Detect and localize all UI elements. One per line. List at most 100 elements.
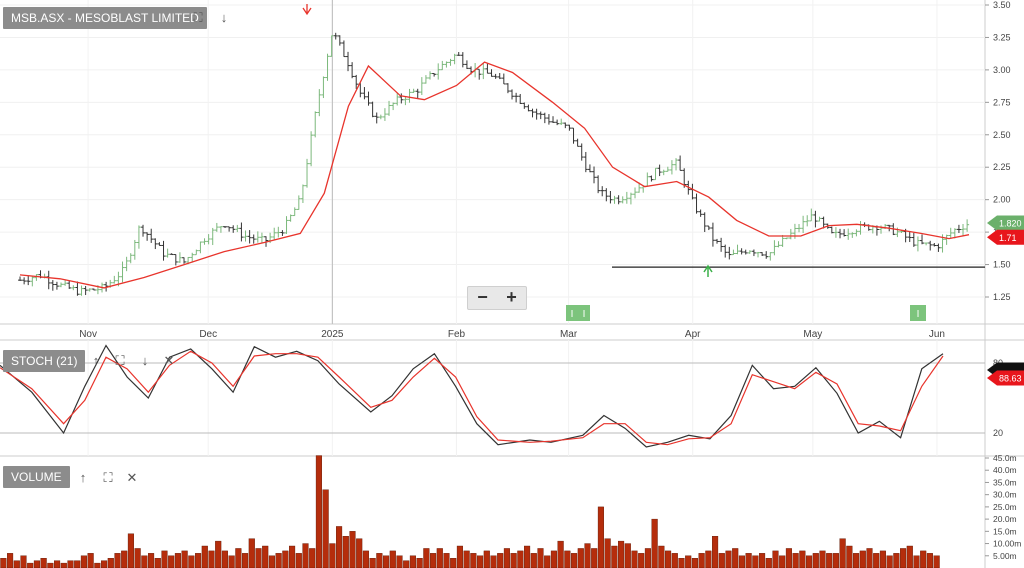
price-axis-label: 3.25 [993, 32, 1011, 42]
volume-bar [490, 555, 497, 568]
volume-bar [913, 555, 920, 568]
time-axis-label: Apr [685, 329, 701, 340]
volume-bar [483, 550, 490, 568]
ohlc-bar [79, 285, 84, 296]
ohlc-bar [67, 281, 72, 289]
ohlc-bar [628, 192, 633, 205]
volume-bar [201, 545, 208, 568]
zoom-out-button[interactable]: − [468, 287, 497, 309]
arrow-up-icon[interactable]: ↑ [75, 470, 91, 486]
volume-bar [396, 555, 403, 568]
volume-bar [168, 555, 175, 568]
ohlc-bar [444, 61, 449, 68]
volume-bar [785, 548, 792, 568]
volume-bar [671, 553, 678, 568]
ohlc-bar [563, 122, 568, 129]
ohlc-bar [403, 96, 408, 106]
ohlc-bar [63, 280, 68, 286]
expand-icon[interactable]: ⛶ [100, 470, 116, 486]
ohlc-bar [305, 158, 310, 188]
ohlc-bar [924, 242, 929, 246]
ohlc-bar [776, 241, 781, 248]
volume-bar [544, 555, 551, 568]
ohlc-bar [858, 221, 863, 235]
volume-bar [550, 550, 557, 568]
ohlc-bar [575, 138, 580, 147]
volume-bar [423, 548, 430, 568]
volume-bar [228, 555, 235, 568]
volume-bar [678, 558, 685, 568]
close-icon[interactable]: ✕ [124, 470, 140, 486]
ohlc-bar [91, 288, 96, 291]
volume-bar [732, 548, 739, 568]
zoom-in-button[interactable]: + [497, 287, 526, 309]
ohlc-bar [592, 166, 597, 184]
ohlc-bar [309, 131, 314, 167]
ohlc-bar [165, 248, 170, 258]
expand-icon[interactable]: ⛶ [190, 10, 206, 26]
volume-bar [745, 553, 752, 568]
volume-bar [0, 558, 7, 568]
volume-bar [886, 555, 893, 568]
volume-bar [826, 553, 833, 568]
ohlc-bar [756, 251, 761, 258]
expand-icon[interactable]: ⛶ [112, 353, 128, 369]
volume-bar [403, 560, 410, 568]
ohlc-bar [71, 285, 76, 291]
ohlc-bar [645, 172, 650, 187]
volume-bar [101, 560, 108, 568]
volume-bar [7, 553, 14, 568]
volume-bar [537, 548, 544, 568]
ohlc-bar [842, 229, 847, 237]
volume-bar [873, 553, 880, 568]
ohlc-bar [694, 193, 699, 214]
zoom-control: − + [467, 286, 527, 310]
volume-panel-title: VOLUME [3, 466, 70, 488]
volume-axis-label: 15.0m [993, 526, 1017, 536]
ohlc-bar [911, 232, 916, 247]
volume-bar [336, 526, 343, 568]
ohlc-bar [251, 234, 256, 244]
volume-bar [685, 555, 692, 568]
volume-bar [933, 555, 940, 568]
arrow-down-icon[interactable]: ↓ [216, 10, 232, 26]
volume-bar [54, 560, 61, 568]
time-axis-label: 2025 [321, 329, 344, 340]
volume-bar [74, 560, 81, 568]
ohlc-bar [534, 108, 539, 120]
ohlc-bar [460, 52, 465, 68]
volume-bar [503, 548, 510, 568]
volume-bar [846, 545, 853, 568]
ohlc-bar [161, 240, 166, 261]
volume-bar [765, 558, 772, 568]
close-icon[interactable]: ✕ [161, 353, 177, 369]
volume-axis-label: 30.0m [993, 490, 1017, 500]
ohlc-bar [235, 224, 240, 233]
ohlc-bar [583, 151, 588, 173]
volume-bar [282, 550, 289, 568]
ohlc-bar [333, 32, 338, 40]
event-marker-letter: I [583, 309, 586, 320]
volume-bar [94, 562, 101, 568]
ohlc-bar [288, 214, 293, 222]
ohlc-bar [374, 112, 379, 124]
ohlc-bar [510, 89, 515, 100]
volume-bar [456, 545, 463, 568]
volume-bar [242, 553, 249, 568]
ohlc-bar [505, 83, 510, 94]
arrow-down-icon[interactable]: ↓ [137, 353, 153, 369]
volume-bar [13, 560, 20, 568]
ohlc-bar [362, 87, 367, 100]
ohlc-bar [477, 68, 482, 80]
event-marker-letter: I [917, 309, 920, 320]
arrow-up-icon[interactable]: ↑ [88, 353, 104, 369]
ohlc-bar [124, 256, 129, 272]
volume-bar [356, 538, 363, 568]
volume-bar [712, 536, 719, 568]
ohlc-bar [423, 75, 428, 84]
ohlc-bar [182, 257, 187, 264]
ohlc-bar [579, 143, 584, 161]
chart-canvas[interactable]: 3.503.253.002.752.502.252.001.751.501.25… [0, 0, 1024, 568]
ohlc-bar [214, 222, 219, 232]
ohlc-bar [50, 280, 55, 291]
